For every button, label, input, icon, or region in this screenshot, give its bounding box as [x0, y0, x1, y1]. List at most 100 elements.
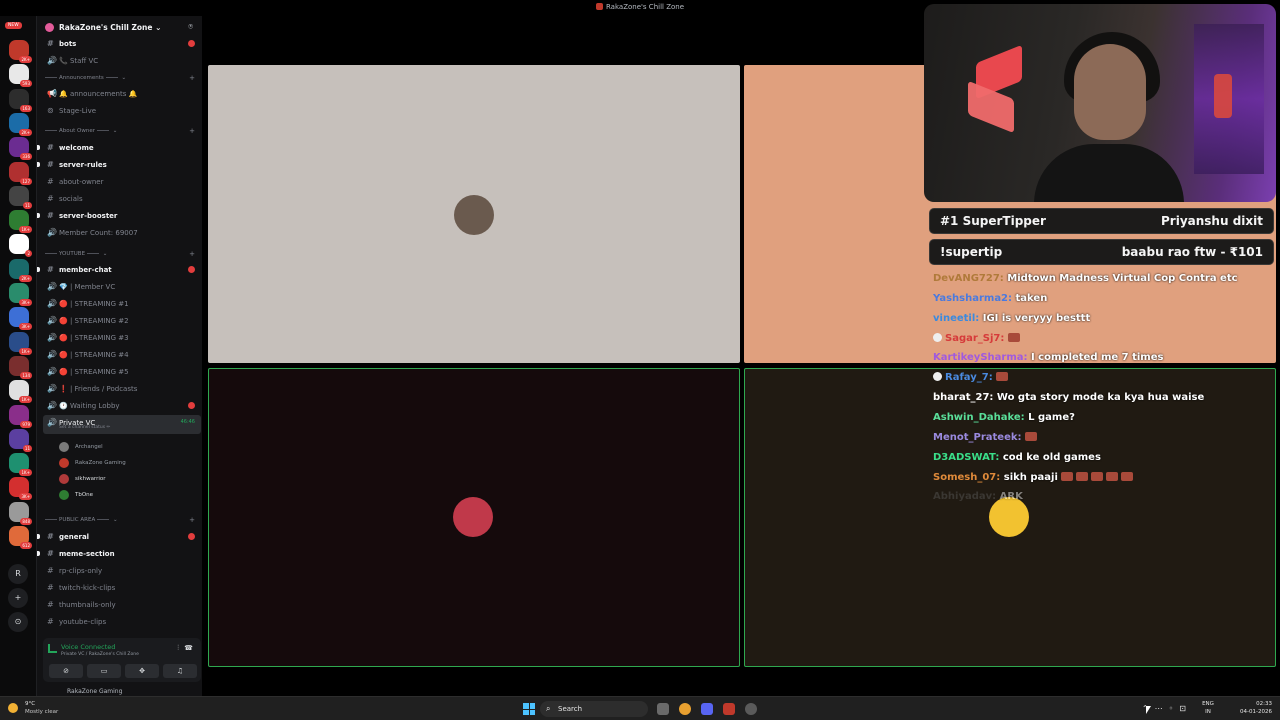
user-panel[interactable]: RakaZone Gaming [37, 688, 203, 696]
chrome-icon[interactable] [679, 703, 691, 715]
windows-start-icon[interactable] [523, 703, 535, 715]
invite-icon[interactable]: ⍟ [188, 22, 193, 32]
add-channel-icon[interactable]: + [189, 248, 195, 260]
channel-staff-vc[interactable]: 🔊 📞 Staff VC [43, 53, 201, 68]
channel-category[interactable]: YOUTUBE ⌄ + [43, 248, 201, 260]
server-icon[interactable]: 2K+ [9, 112, 32, 136]
channel-youtube-item[interactable]: 🔊 🔴 | STREAMING #5 [43, 364, 201, 379]
server-icon[interactable]: 1K+ [9, 453, 32, 477]
vc-member[interactable]: sikhwarrior [59, 472, 199, 487]
vc-member[interactable]: RakaZone Gaming [59, 456, 199, 471]
channel-private-vc[interactable]: 🔊 Private VC 46:46 Set a channel status ✏ [43, 415, 201, 434]
channel-youtube-item[interactable]: 🔊 ❗ | Friends / Podcasts [43, 381, 201, 396]
add-server-button[interactable]: + [8, 588, 28, 608]
signal-icon[interactable] [48, 644, 57, 653]
vc-member[interactable]: Archangel [59, 440, 199, 455]
chat-username: bharat_27: [933, 392, 994, 404]
discord-icon[interactable] [701, 703, 713, 715]
channel-server-rules[interactable]: # server-rules [37, 157, 201, 172]
server-badge: 612 [20, 542, 32, 549]
server-icon[interactable]: 1K+ [9, 210, 32, 234]
channel-announcement[interactable]: 📢 🔔 announcements 🔔 [43, 86, 201, 101]
channel-category[interactable]: About Owner ⌄ + [43, 125, 201, 137]
channel-public-item[interactable]: # general [37, 529, 201, 544]
server-name[interactable]: RakaZone's Chill Zone ⌄ [59, 23, 161, 32]
channel-public-item[interactable]: # meme-section [37, 546, 201, 561]
channel-youtube-item[interactable]: 🔊 🔴 | STREAMING #3 [43, 330, 201, 345]
channel-youtube-item[interactable]: # member-chat [37, 262, 201, 277]
channel-status[interactable]: Set a channel status ✏ [59, 425, 110, 431]
server-badge: 848 [20, 517, 32, 525]
server-icon[interactable]: 11 [9, 185, 32, 209]
tray-icons[interactable]: ⌃⋯◦⊡ [1122, 704, 1192, 713]
channel-socials[interactable]: # socials [43, 191, 201, 206]
server-icon[interactable]: 612 [9, 526, 32, 549]
discover-icon[interactable]: ⊙ [8, 612, 28, 632]
channel-bots[interactable]: # bots [43, 36, 201, 51]
task-view-icon[interactable] [657, 703, 669, 715]
hash-icon: # [47, 583, 54, 592]
chat-text: L game? [1028, 411, 1075, 423]
channel-label: twitch-kick-clips [59, 584, 116, 592]
server-icon[interactable]: 134 [9, 355, 32, 379]
channel-label: ❗ | Friends / Podcasts [59, 385, 138, 393]
soundboard-button[interactable]: ♫ [163, 664, 197, 678]
noise-suppression-icon[interactable]: ⫶ [177, 644, 179, 653]
server-icon[interactable]: 2 [9, 234, 32, 258]
server-badge: 1K+ [19, 396, 32, 404]
participant-tile[interactable] [208, 65, 740, 363]
camera-off-button[interactable]: ⊘ [49, 664, 83, 678]
channel-announcement[interactable]: ⊚ Stage-Live [43, 103, 201, 118]
server-icon[interactable]: 848 [9, 501, 32, 525]
screen-share-button[interactable]: ▭ [87, 664, 121, 678]
channel-about-owner[interactable]: # about-owner [43, 174, 201, 189]
activity-button[interactable]: ✥ [125, 664, 159, 678]
server-icon[interactable]: 593 [9, 64, 32, 88]
server-badge: 3K+ [19, 493, 32, 501]
channel-category[interactable]: PUBLIC AREA ⌄ + [43, 514, 201, 526]
channel-public-item[interactable]: # thumbnails-only [43, 597, 201, 612]
channel-youtube-item[interactable]: 🔊 🔴 | STREAMING #2 [43, 313, 201, 328]
channel-server-booster[interactable]: # server-booster [37, 208, 201, 223]
chat-text: taken [1015, 292, 1048, 304]
participant-tile[interactable] [208, 368, 740, 667]
chat-message: D3ADSWAT: cod ke old games [933, 451, 1273, 471]
server-icon[interactable]: 11 [9, 428, 32, 452]
language-indicator[interactable]: ENG IN [1198, 700, 1218, 716]
add-channel-icon[interactable]: + [189, 72, 195, 84]
channel-label: 🔴 | STREAMING #4 [59, 351, 129, 359]
server-icon[interactable]: 2K+ [9, 40, 32, 63]
channel-public-item[interactable]: # rp-clips-only [43, 563, 201, 578]
channel-youtube-item[interactable]: 🔊 💎 | Member VC [43, 279, 201, 294]
server-icon[interactable]: 979 [9, 404, 32, 428]
obs-icon[interactable] [723, 703, 735, 715]
settings-icon[interactable] [745, 703, 757, 715]
channel-welcome[interactable]: # welcome [37, 140, 201, 155]
chat-message: Abhiyadav: ARK [933, 490, 1273, 510]
server-icon[interactable]: 1K+ [9, 380, 32, 404]
server-icon[interactable]: 1K+ [9, 331, 32, 355]
server-icon[interactable]: 336 [9, 137, 32, 161]
channel-youtube-item[interactable]: 🔊 🕐 Waiting Lobby [43, 398, 201, 413]
disconnect-icon[interactable]: ☎ [184, 644, 193, 652]
voice-location[interactable]: Private VC / RakaZone's Chill Zone [61, 652, 139, 657]
channel-youtube-item[interactable]: 🔊 🔴 | STREAMING #4 [43, 347, 201, 362]
server-icon[interactable]: 3K+ [9, 477, 32, 501]
clock[interactable]: 02:33 04-01-2026 [1232, 700, 1272, 716]
server-icon[interactable]: 3K+ [9, 283, 32, 306]
channel-category[interactable]: Announcements ⌄ + [43, 72, 201, 84]
server-icon[interactable]: 163 [9, 88, 32, 112]
channel-public-item[interactable]: # twitch-kick-clips [43, 580, 201, 595]
channel-member-count-69007[interactable]: 🔊 Member Count: 69007 [43, 225, 201, 240]
server-icon[interactable]: 3K+ [9, 307, 32, 331]
add-channel-icon[interactable]: + [189, 125, 195, 137]
add-channel-icon[interactable]: + [189, 514, 195, 526]
vc-member[interactable]: TbOne [59, 488, 199, 503]
channel-youtube-item[interactable]: 🔊 🔴 | STREAMING #1 [43, 296, 201, 311]
channel-public-item[interactable]: # youtube-clips [43, 614, 201, 629]
voice-status[interactable]: Voice Connected [61, 643, 115, 651]
taskbar-search[interactable]: ⌕ Search [540, 701, 648, 717]
server-icon[interactable]: 127 [9, 161, 32, 185]
text-server-icon[interactable]: R [8, 564, 28, 584]
server-icon[interactable]: 2K+ [9, 258, 32, 282]
